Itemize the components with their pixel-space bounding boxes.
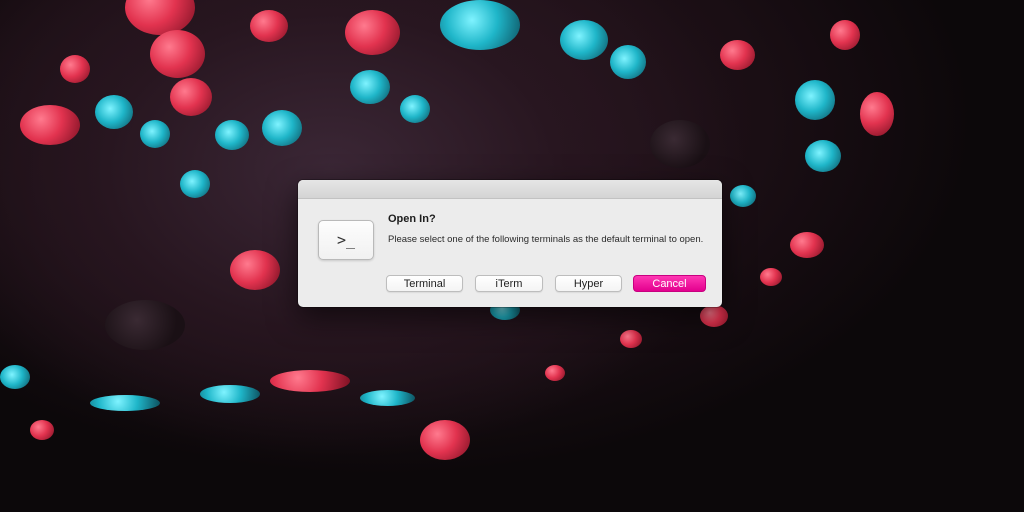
iterm-button[interactable]: iTerm xyxy=(475,275,543,292)
wallpaper-blob xyxy=(650,120,710,168)
wallpaper-blob xyxy=(90,395,160,411)
wallpaper-blob xyxy=(350,70,390,104)
wallpaper-blob xyxy=(125,0,195,35)
wallpaper-blob xyxy=(95,95,133,129)
wallpaper-blob xyxy=(270,370,350,392)
wallpaper-blob xyxy=(795,80,835,120)
wallpaper-blob xyxy=(700,305,728,327)
wallpaper-blob xyxy=(140,120,170,148)
cancel-button[interactable]: Cancel xyxy=(633,275,706,292)
wallpaper-blob xyxy=(730,185,756,207)
wallpaper-blob xyxy=(560,20,608,60)
wallpaper-blob xyxy=(262,110,302,146)
wallpaper-blob xyxy=(180,170,210,198)
wallpaper-blob xyxy=(610,45,646,79)
desktop-wallpaper: >_ Open In? Please select one of the fol… xyxy=(0,0,1024,512)
wallpaper-blob xyxy=(230,250,280,290)
wallpaper-blob xyxy=(60,55,90,83)
wallpaper-blob xyxy=(830,20,860,50)
wallpaper-blob xyxy=(440,0,520,50)
wallpaper-blob xyxy=(620,330,642,348)
wallpaper-blob xyxy=(545,365,565,381)
terminal-prompt-glyph: >_ xyxy=(336,231,356,249)
wallpaper-blob xyxy=(105,300,185,350)
wallpaper-blob xyxy=(420,420,470,460)
wallpaper-blob xyxy=(345,10,400,55)
open-in-dialog: >_ Open In? Please select one of the fol… xyxy=(298,180,722,307)
wallpaper-blob xyxy=(760,268,782,286)
hyper-button[interactable]: Hyper xyxy=(555,275,622,292)
wallpaper-blob xyxy=(360,390,415,406)
wallpaper-blob xyxy=(860,92,894,136)
wallpaper-blob xyxy=(250,10,288,42)
wallpaper-blob xyxy=(20,105,80,145)
dialog-title: Open In? xyxy=(388,213,436,225)
dialog-titlebar[interactable] xyxy=(298,180,722,199)
wallpaper-blob xyxy=(805,140,841,172)
terminal-prompt-icon: >_ xyxy=(318,220,374,260)
wallpaper-blob xyxy=(0,365,30,389)
wallpaper-blob xyxy=(720,40,755,70)
wallpaper-blob xyxy=(150,30,205,78)
wallpaper-blob xyxy=(400,95,430,123)
terminal-button[interactable]: Terminal xyxy=(386,275,463,292)
wallpaper-blob xyxy=(200,385,260,403)
wallpaper-blob xyxy=(790,232,824,258)
wallpaper-blob xyxy=(215,120,249,150)
wallpaper-blob xyxy=(30,420,54,440)
dialog-message: Please select one of the following termi… xyxy=(388,234,704,245)
wallpaper-blob xyxy=(170,78,212,116)
